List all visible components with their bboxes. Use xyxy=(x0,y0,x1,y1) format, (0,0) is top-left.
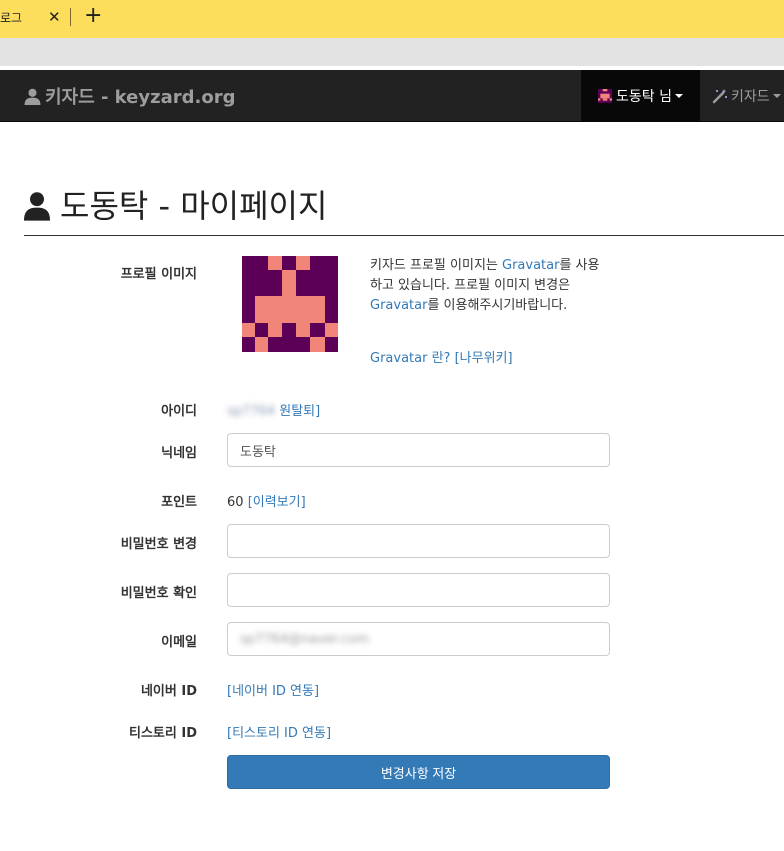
id-value: sp7764 xyxy=(227,404,276,419)
close-icon[interactable]: ✕ xyxy=(48,8,61,26)
user-menu-label: 도동탁 님 xyxy=(616,88,672,105)
profile-image-label: 프로필 이미지 xyxy=(120,267,197,282)
save-changes-button[interactable]: 변경사항 저장 xyxy=(227,755,610,789)
browser-tab[interactable]: 로그 ✕ xyxy=(0,0,72,34)
site-navbar: 키자드 - keyzard.org 도동탁 님 키자드 xyxy=(0,70,784,122)
password-confirm-input[interactable] xyxy=(227,573,610,607)
email-input[interactable]: sp7764@naver.com xyxy=(227,622,610,656)
nickname-value: 도동탁 xyxy=(240,444,276,460)
gravatar-link[interactable]: Gravatar xyxy=(502,258,559,273)
nickname-label: 닉네임 xyxy=(161,446,197,461)
tistory-label: 티스토리 ID xyxy=(129,726,197,741)
browser-tabstrip: 로그 ✕ + xyxy=(0,0,784,34)
point-label: 포인트 xyxy=(161,495,197,510)
point-value: 60 xyxy=(227,495,244,510)
gravatar-about-link[interactable]: Gravatar 란? [나무위키] xyxy=(370,351,513,366)
tab-title: 로그 xyxy=(0,11,23,25)
naver-link-row: [네이버 ID 연동] xyxy=(227,680,319,699)
avatar-icon xyxy=(598,88,612,103)
gravatar-text: 를 이용해주시기바랍니다. xyxy=(427,298,568,313)
gravatar-text: 키자드 프로필 이미지는 xyxy=(370,258,502,273)
nickname-input[interactable]: 도동탁 xyxy=(227,433,610,467)
history-link[interactable]: [이력보기] xyxy=(248,495,306,510)
id-value-row: sp7764 원탈퇴] xyxy=(227,400,320,419)
caret-down-icon xyxy=(772,93,781,98)
id-label: 아이디 xyxy=(161,404,197,419)
tistory-connect-link[interactable]: [티스토리 ID 연동] xyxy=(227,726,331,741)
caret-down-icon xyxy=(674,93,683,98)
page-title: 도동탁 - 마이페이지 xyxy=(24,186,327,226)
magic-wand-icon xyxy=(712,88,727,103)
page-title-text: 도동탁 - 마이페이지 xyxy=(60,187,328,225)
password-confirm-label: 비밀번호 확인 xyxy=(120,586,197,601)
brand-text: 키자드 - keyzard.org xyxy=(45,87,236,108)
tools-menu-dropdown[interactable]: 키자드 xyxy=(712,70,781,121)
user-icon xyxy=(24,192,50,221)
email-value: sp7764@naver.com xyxy=(240,631,370,647)
password-input[interactable] xyxy=(227,524,610,558)
new-tab-button[interactable]: + xyxy=(84,4,102,28)
point-value-row: 60 [이력보기] xyxy=(227,491,306,510)
password-label: 비밀번호 변경 xyxy=(120,537,197,552)
email-label: 이메일 xyxy=(161,635,197,650)
naver-connect-link[interactable]: [네이버 ID 연동] xyxy=(227,684,319,699)
profile-avatar xyxy=(242,256,338,352)
gravatar-about: Gravatar 란? [나무위키] xyxy=(370,347,513,366)
tab-separator xyxy=(70,8,71,26)
tistory-link-row: [티스토리 ID 연동] xyxy=(227,722,331,741)
page-header: 도동탁 - 마이페이지 xyxy=(24,186,784,236)
brand-link[interactable]: 키자드 - keyzard.org xyxy=(24,70,235,122)
address-bar[interactable] xyxy=(0,38,784,66)
user-menu-dropdown[interactable]: 도동탁 님 xyxy=(581,70,700,121)
withdraw-link[interactable]: 원탈퇴] xyxy=(279,404,320,419)
tools-menu-label: 키자드 xyxy=(731,88,770,105)
gravatar-link[interactable]: Gravatar xyxy=(370,298,427,313)
gravatar-info: 키자드 프로필 이미지는 Gravatar를 사용하고 있습니다. 프로필 이미… xyxy=(370,256,600,316)
naver-label: 네이버 ID xyxy=(140,684,197,699)
user-icon xyxy=(24,88,41,105)
